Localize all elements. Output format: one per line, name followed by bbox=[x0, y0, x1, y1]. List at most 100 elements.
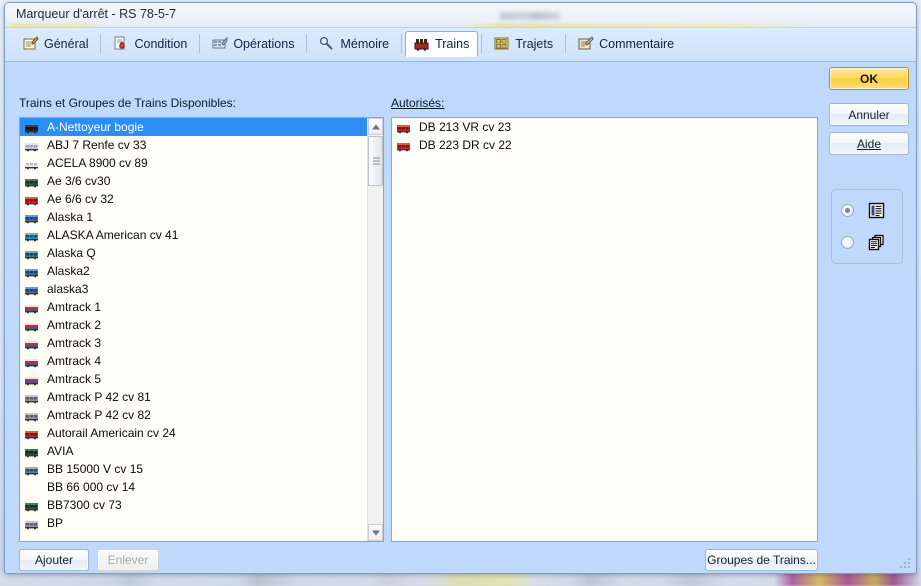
list-item-label: Amtrack 4 bbox=[47, 354, 102, 368]
available-list-label: Trains et Groupes de Trains Disponibles: bbox=[19, 96, 236, 110]
list-item[interactable]: Alaska 1 bbox=[20, 208, 367, 226]
tab-op-rations[interactable]: Opérations bbox=[203, 31, 303, 56]
scrollbar-grip-icon bbox=[373, 157, 380, 165]
list-item-label: ACELA 8900 cv 89 bbox=[47, 156, 148, 170]
list-item[interactable]: Amtrack 3 bbox=[20, 334, 367, 352]
tab-label: Commentaire bbox=[599, 36, 675, 51]
train-white-icon bbox=[25, 160, 38, 169]
train-red-icon bbox=[25, 196, 38, 205]
scroll-down-button[interactable] bbox=[368, 524, 383, 541]
tab-separator bbox=[401, 34, 403, 53]
view-mode-tile-row[interactable] bbox=[841, 234, 885, 251]
list-item[interactable]: alaska3 bbox=[20, 280, 367, 298]
routes-grid-icon bbox=[494, 36, 510, 51]
train-blue-icon bbox=[25, 286, 38, 295]
list-item-label: A-Nettoyeur bogie bbox=[47, 120, 144, 134]
list-item[interactable]: BP bbox=[20, 514, 367, 532]
list-item[interactable]: ABJ 7 Renfe cv 33 bbox=[20, 136, 367, 154]
list-item[interactable]: A-Nettoyeur bogie bbox=[20, 118, 367, 136]
resize-grip[interactable] bbox=[899, 557, 912, 570]
list-item-label: Amtrack 2 bbox=[47, 318, 102, 332]
list-item[interactable]: BB7300 cv 73 bbox=[20, 496, 367, 514]
tools-grid-icon bbox=[212, 36, 228, 51]
train-grey-icon bbox=[25, 394, 38, 403]
scrollbar-thumb[interactable] bbox=[368, 136, 383, 186]
list-item[interactable]: Ae 6/6 cv 32 bbox=[20, 190, 367, 208]
list-item-label: AVIA bbox=[47, 444, 74, 458]
list-item[interactable]: Ae 3/6 cv30 bbox=[20, 172, 367, 190]
view-mode-group bbox=[831, 189, 903, 264]
list-item-label: Alaska Q bbox=[47, 246, 96, 260]
tab-commentaire[interactable]: Commentaire bbox=[569, 31, 683, 56]
radio-list-view[interactable] bbox=[841, 204, 854, 217]
chevron-up-icon bbox=[371, 124, 380, 129]
list-item[interactable]: Amtrack 2 bbox=[20, 316, 367, 334]
list-item[interactable]: Autorail Americain cv 24 bbox=[20, 424, 367, 442]
list-item-label: Ae 6/6 cv 32 bbox=[47, 192, 114, 206]
available-trains-rows[interactable]: A-Nettoyeur bogie ABJ 7 Renfe cv 33 ACELA … bbox=[20, 118, 367, 541]
list-item[interactable]: BB 66 000 cv 14 bbox=[20, 478, 367, 496]
tab-strip: Général Condition Opérations Mémoire Trains T… bbox=[5, 28, 916, 62]
list-item[interactable]: Amtrack P 42 cv 82 bbox=[20, 406, 367, 424]
scroll-up-button[interactable] bbox=[368, 118, 383, 135]
radio-tile-view[interactable] bbox=[841, 236, 854, 249]
note-pencil-icon bbox=[578, 36, 594, 50]
tab-trains[interactable]: Trains bbox=[405, 31, 479, 57]
train-maroon-icon bbox=[25, 430, 38, 439]
document-drop-icon bbox=[114, 36, 126, 50]
list-item-label: Amtrack P 42 cv 81 bbox=[47, 390, 151, 404]
ok-button[interactable]: OK bbox=[829, 67, 909, 90]
list-item-label: BP bbox=[47, 516, 64, 530]
add-button[interactable]: Ajouter bbox=[19, 549, 89, 571]
list-item[interactable]: Amtrack 4 bbox=[20, 352, 367, 370]
list-item[interactable]: ALASKA American cv 41 bbox=[20, 226, 367, 244]
tab-separator bbox=[199, 34, 201, 53]
tab-g-n-ral[interactable]: Général bbox=[14, 31, 97, 56]
chevron-down-icon bbox=[371, 530, 380, 535]
list-item-label: DB 223 DR cv 22 bbox=[419, 138, 512, 152]
list-lines-icon bbox=[868, 202, 885, 219]
help-button[interactable]: Aide bbox=[829, 132, 909, 155]
add-button-label: Ajouter bbox=[34, 553, 74, 567]
train-icon bbox=[414, 37, 430, 52]
list-item[interactable]: AVIA bbox=[20, 442, 367, 460]
list-item-label: Ae 3/6 cv30 bbox=[47, 174, 111, 188]
list-item[interactable]: BB 15000 V cv 15 bbox=[20, 460, 367, 478]
list-item[interactable]: Amtrack P 42 cv 81 bbox=[20, 388, 367, 406]
add-label-underlined: j bbox=[42, 553, 46, 567]
list-item[interactable]: DB 213 VR cv 23 bbox=[392, 118, 817, 136]
tab-label: Opérations bbox=[233, 36, 295, 51]
list-item[interactable]: Amtrack 1 bbox=[20, 298, 367, 316]
list-item[interactable]: Alaska Q bbox=[20, 244, 367, 262]
title-bar-ghost-text bbox=[500, 12, 560, 20]
list-item-label: alaska3 bbox=[47, 282, 89, 296]
magnifier-icon bbox=[319, 36, 335, 51]
train-green-icon bbox=[25, 502, 38, 511]
tab-m-moire[interactable]: Mémoire bbox=[310, 31, 398, 56]
cancel-button[interactable]: Annuler bbox=[829, 103, 909, 126]
train-blue-icon bbox=[25, 268, 38, 277]
train-groups-button[interactable]: Groupes de Trains... bbox=[705, 549, 818, 571]
list-item-label: DB 213 VR cv 23 bbox=[419, 120, 512, 134]
train-grey-icon bbox=[25, 520, 38, 529]
title-bar: Marqueur d'arrêt - RS 78-5-7 bbox=[5, 3, 918, 28]
list-item-label: Amtrack P 42 cv 82 bbox=[47, 408, 151, 422]
available-list-scrollbar[interactable] bbox=[367, 118, 383, 541]
list-item[interactable]: Amtrack 5 bbox=[20, 370, 367, 388]
list-item-label: ABJ 7 Renfe cv 33 bbox=[47, 138, 147, 152]
authorized-trains-rows[interactable]: DB 213 VR cv 23 DB 223 DR cv 22 bbox=[392, 118, 817, 541]
tab-trajets[interactable]: Trajets bbox=[485, 31, 562, 56]
available-trains-listbox[interactable]: A-Nettoyeur bogie ABJ 7 Renfe cv 33 ACELA … bbox=[19, 117, 384, 542]
authorized-list-label: Autorisés: bbox=[391, 96, 444, 110]
list-item[interactable]: DB 223 DR cv 22 bbox=[392, 136, 817, 154]
view-mode-list-row[interactable] bbox=[841, 202, 885, 219]
list-item[interactable]: Alaska2 bbox=[20, 262, 367, 280]
list-item[interactable]: ACELA 8900 cv 89 bbox=[20, 154, 367, 172]
stacked-docs-icon bbox=[868, 234, 884, 251]
authorized-trains-listbox[interactable]: DB 213 VR cv 23 DB 223 DR cv 22 bbox=[391, 117, 818, 542]
train-grey-icon bbox=[25, 412, 38, 421]
tab-list: Général Condition Opérations Mémoire Trains T… bbox=[14, 31, 683, 57]
train-dark-icon bbox=[25, 124, 38, 133]
tab-condition[interactable]: Condition bbox=[104, 31, 196, 56]
tools-grid-icon bbox=[212, 36, 228, 49]
